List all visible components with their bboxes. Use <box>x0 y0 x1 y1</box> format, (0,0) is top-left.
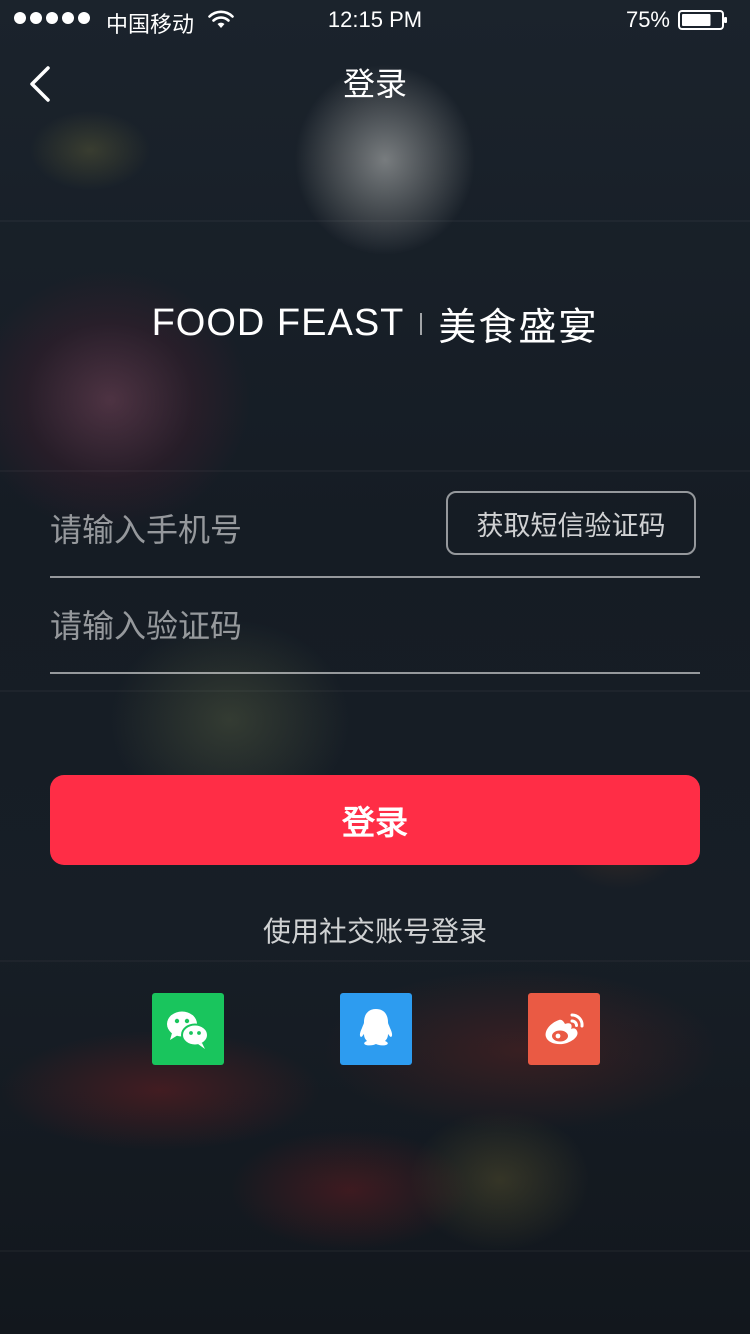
login-button[interactable]: 登录 <box>50 775 700 865</box>
page-title: 登录 <box>342 65 407 103</box>
code-field <box>50 578 700 674</box>
phone-field: 获取短信验证码 <box>50 482 700 578</box>
phone-input[interactable] <box>50 482 430 578</box>
weibo-icon <box>545 1013 584 1045</box>
get-sms-code-button[interactable]: 获取短信验证码 <box>446 491 696 555</box>
qq-login-button[interactable] <box>340 993 412 1065</box>
weibo-login-button[interactable] <box>528 993 600 1065</box>
wechat-login-button[interactable] <box>152 993 224 1065</box>
status-bar: 中国移动 12:15 PM 75% <box>0 0 750 40</box>
verification-code-input[interactable] <box>50 578 430 674</box>
brand-chinese-name: 美食盛宴 <box>438 305 599 349</box>
battery-icon <box>678 10 727 30</box>
brand-logo: FOOD FEAST 美食盛宴 <box>0 296 750 351</box>
social-login-caption: 使用社交账号登录 <box>262 915 487 948</box>
brand-english-name: FOOD FEAST <box>151 302 405 344</box>
wechat-icon <box>167 1011 209 1049</box>
brand-divider <box>420 312 423 335</box>
qq-icon <box>359 1009 393 1046</box>
battery-percentage: 75% <box>625 7 670 32</box>
